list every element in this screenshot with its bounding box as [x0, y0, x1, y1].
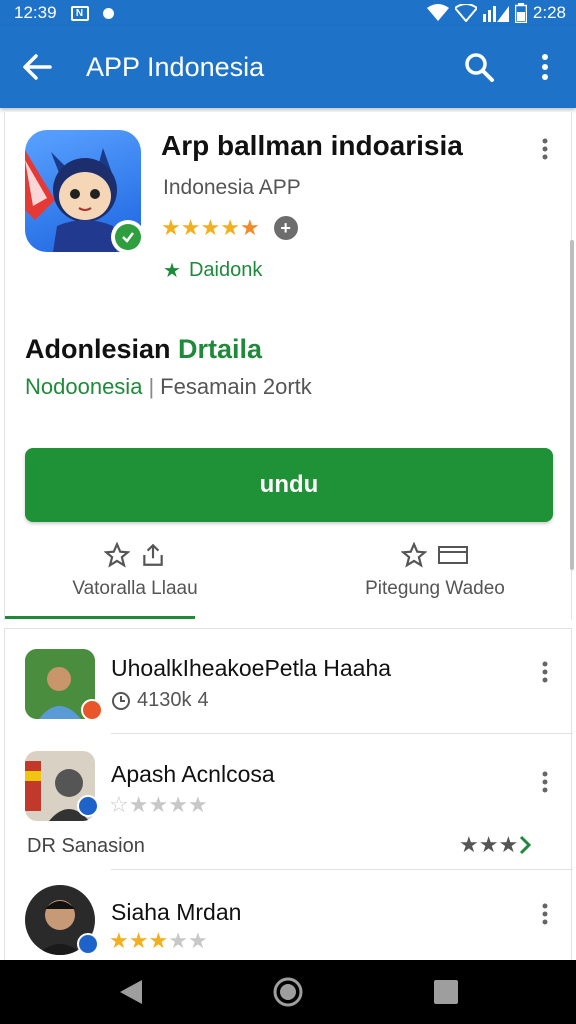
- app-bar: APP Indonesia: [0, 26, 576, 108]
- section-title: Adonlesian Drtaila: [25, 334, 262, 365]
- app-developer[interactable]: Indonesia APP: [163, 176, 301, 200]
- notification-dot-icon: [102, 7, 114, 19]
- install-button[interactable]: undu: [25, 448, 553, 522]
- app-rating: ★ ★ ★ ★ ★ +: [161, 216, 298, 240]
- badge-icon: [77, 933, 99, 955]
- list-item-title: Apash Acnlcosa: [111, 761, 275, 787]
- star-icon: ★: [168, 928, 188, 953]
- scrollbar[interactable]: [570, 240, 574, 570]
- app-title: Arp ballman indoarisia: [161, 130, 463, 161]
- wifi-icon: [426, 4, 449, 21]
- meta-suffix: 4: [197, 689, 209, 711]
- star-icon: ★: [220, 215, 240, 240]
- status-time-left: 12:39: [14, 3, 57, 22]
- star-icon: ★: [459, 832, 479, 857]
- star-half-icon: ★: [239, 215, 260, 240]
- star-icon: ★: [128, 792, 149, 817]
- related-apps-list: UhoalkIheakoePetla Haaha 4130k 4 Apash A…: [4, 628, 573, 961]
- search-icon[interactable]: [462, 50, 496, 84]
- item-rating-right: ★ ★ ★: [459, 833, 532, 857]
- tab-rate-video[interactable]: Pitegung Wadeo: [305, 540, 565, 610]
- download-count: 4130k: [137, 689, 192, 711]
- system-nav-bar: [0, 960, 576, 1024]
- overflow-menu-icon[interactable]: [532, 50, 558, 84]
- star-icon: ★: [148, 928, 169, 953]
- section-title-accent: Drtaila: [178, 334, 263, 364]
- item-overflow-icon[interactable]: [535, 901, 555, 927]
- video-icon: [438, 546, 468, 564]
- status-bar: 12:39 N 2:28: [0, 0, 576, 26]
- badge-icon: [77, 795, 99, 817]
- tab-label: Vatoralla Llaau: [72, 578, 198, 599]
- item-rating: ☆ ★ ★ ★ ★: [109, 793, 208, 817]
- badge-label: Daidonk: [188, 259, 263, 281]
- star-icon: ★: [161, 215, 181, 240]
- star-outline-icon: [104, 542, 130, 568]
- star-icon: ★: [168, 792, 188, 817]
- badge-icon: [81, 699, 103, 721]
- star-icon: ★: [187, 928, 208, 953]
- tab-indicator: [5, 616, 195, 619]
- signal-icon: [482, 6, 509, 22]
- star-icon: ★: [109, 928, 129, 953]
- nav-home-icon[interactable]: [272, 976, 304, 1008]
- divider: [111, 733, 573, 734]
- item-overflow-icon[interactable]: [535, 769, 555, 795]
- star-icon: ★: [128, 928, 149, 953]
- clock-icon: [112, 691, 130, 710]
- subtitle-info: Fesamain 2ortk: [160, 374, 312, 399]
- editors-choice-badge: ★ Daidonk: [163, 258, 262, 283]
- list-item[interactable]: Siaha Mrdan ★ ★ ★ ★ ★: [5, 871, 573, 961]
- section-subtitle: Nodoonesia | Fesamain 2ortk: [25, 374, 312, 400]
- section-title-main: Adonlesian: [25, 334, 179, 364]
- star-icon: ★: [187, 792, 208, 817]
- tab-label: Pitegung Wadeo: [365, 578, 505, 599]
- notification-n-icon: N: [70, 5, 89, 21]
- subtitle-category[interactable]: Nodoonesia: [25, 374, 142, 399]
- wifi-outline-icon: [454, 4, 477, 22]
- star-icon: ★: [498, 832, 519, 857]
- list-item-title: Siaha Mrdan: [111, 899, 242, 925]
- list-item[interactable]: Apash Acnlcosa ☆ ★ ★ ★ ★ DR Sanasion ★ ★…: [5, 735, 573, 870]
- nav-back-icon[interactable]: [118, 978, 144, 1006]
- add-circle-icon[interactable]: +: [273, 216, 298, 240]
- star-outline-icon: [401, 542, 427, 568]
- status-time-right: 2:28: [532, 3, 566, 22]
- star-icon: ★: [180, 215, 201, 240]
- app-details-card: Arp ballman indoarisia Indonesia APP ★ ★…: [4, 112, 572, 620]
- tab-wishlist-share[interactable]: Vatoralla Llaau: [5, 540, 265, 610]
- battery-icon: [514, 3, 527, 23]
- nav-recents-icon[interactable]: [434, 980, 458, 1004]
- list-item[interactable]: UhoalkIheakoePetla Haaha 4130k 4: [5, 629, 573, 734]
- star-outline-icon: ☆: [109, 792, 129, 817]
- divider: [111, 869, 573, 870]
- verified-badge-icon: [111, 220, 145, 254]
- chevron-right-icon: [520, 835, 532, 855]
- card-overflow-icon[interactable]: [535, 136, 555, 162]
- star-icon: ★: [478, 832, 499, 857]
- share-icon: [143, 543, 163, 566]
- app-bar-title: APP Indonesia: [86, 52, 265, 82]
- list-item-meta: 4130k 4: [111, 689, 209, 712]
- back-arrow-icon[interactable]: [20, 50, 54, 84]
- item-rating: ★ ★ ★ ★ ★: [109, 929, 208, 953]
- list-item-developer: DR Sanasion: [27, 835, 145, 857]
- star-badge-icon: ★: [163, 260, 181, 282]
- list-item-title: UhoalkIheakoePetla Haaha: [111, 655, 392, 681]
- item-overflow-icon[interactable]: [535, 659, 555, 685]
- star-icon: ★: [200, 215, 221, 240]
- star-icon: ★: [148, 792, 169, 817]
- subtitle-separator: |: [148, 374, 155, 399]
